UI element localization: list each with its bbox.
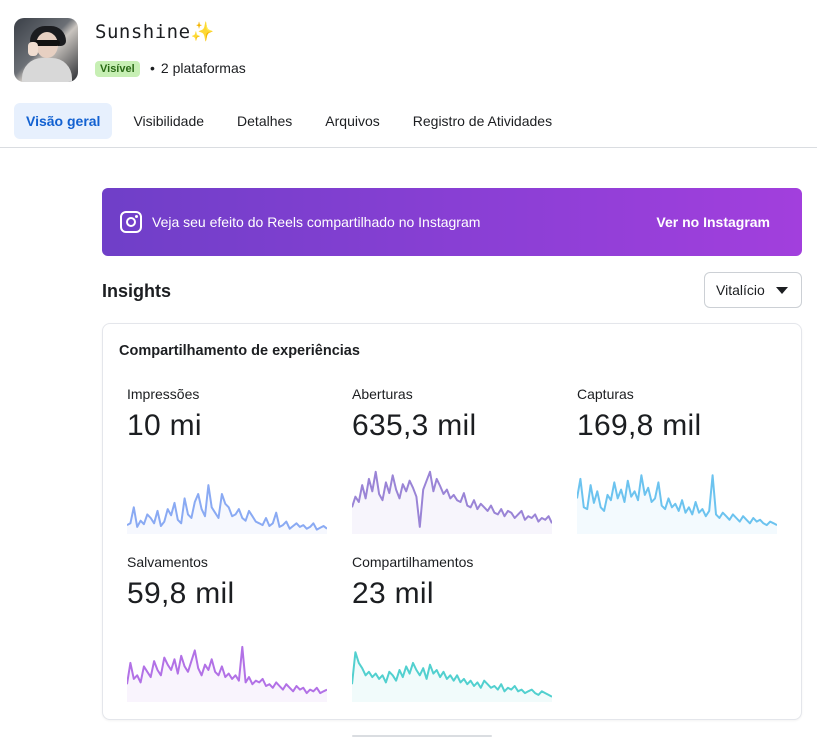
avatar[interactable] — [14, 18, 78, 82]
metric-value: 169,8 mil — [577, 409, 702, 442]
platforms-count: 2 plataformas — [160, 60, 246, 76]
tab-details[interactable]: Detalhes — [225, 103, 304, 139]
saves-sparkline — [127, 645, 327, 702]
caret-down-icon — [776, 287, 788, 294]
effect-title: Sunshine✨ — [95, 20, 215, 43]
avatar-figure — [22, 58, 72, 82]
opens-sparkline — [352, 470, 552, 534]
impressions-sparkline — [127, 484, 327, 534]
metric-value: 59,8 mil — [127, 577, 235, 610]
metric-value: 635,3 mil — [352, 409, 477, 442]
metric-label: Capturas — [577, 386, 634, 402]
metric-label: Salvamentos — [127, 554, 208, 570]
period-value: Vitalício — [716, 282, 765, 298]
banner-text: Veja seu efeito do Reels compartilhado n… — [152, 214, 481, 230]
metric-label: Compartilhamentos — [352, 554, 474, 570]
metric-value: 10 mi — [127, 409, 202, 442]
metric-shares: Compartilhamentos 23 mil — [352, 554, 552, 702]
captures-sparkline — [577, 474, 777, 534]
tab-overview[interactable]: Visão geral — [14, 103, 113, 139]
metric-captures: Capturas 169,8 mil — [577, 386, 777, 534]
period-dropdown[interactable]: Vitalício — [704, 272, 802, 308]
tab-visibility[interactable]: Visibilidade — [121, 103, 216, 139]
sparkline-area — [352, 471, 552, 534]
shares-sparkline — [352, 651, 552, 702]
scroll-indicator — [352, 735, 492, 737]
tab-files[interactable]: Arquivos — [313, 103, 391, 139]
card-title: Compartilhamento de experiências — [119, 343, 360, 359]
instagram-banner: Veja seu efeito do Reels compartilhado n… — [102, 188, 802, 256]
platforms-meta: • 2 plataformas — [150, 60, 246, 76]
sparkline-area — [127, 485, 327, 534]
page-header: Sunshine✨ Visível • 2 plataformas Visão g… — [0, 0, 817, 148]
sparkline-area — [577, 475, 777, 534]
tab-activity-log[interactable]: Registro de Atividades — [401, 103, 564, 139]
insights-heading: Insights — [102, 281, 172, 301]
metric-label: Aberturas — [352, 386, 413, 402]
view-on-instagram-button[interactable]: Ver no Instagram — [656, 214, 770, 230]
instagram-icon — [120, 211, 142, 233]
tab-bar: Visão geral Visibilidade Detalhes Arquiv… — [14, 103, 573, 139]
sparkle-icon: ✨ — [190, 21, 215, 43]
metric-saves: Salvamentos 59,8 mil — [127, 554, 327, 702]
metric-opens: Aberturas 635,3 mil — [352, 386, 552, 534]
metric-label: Impressões — [127, 386, 200, 402]
experience-sharing-card: Compartilhamento de experiências Impress… — [102, 323, 802, 720]
metric-value: 23 mil — [352, 577, 434, 610]
metric-impressions: Impressões 10 mi — [127, 386, 327, 534]
effect-name: Sunshine — [95, 21, 191, 43]
separator-dot: • — [150, 60, 155, 76]
status-badge: Visível — [95, 61, 140, 77]
avatar-hand — [28, 42, 38, 56]
